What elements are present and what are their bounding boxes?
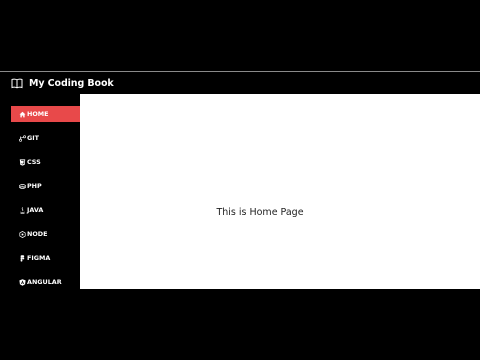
sidebar-item-java[interactable]: JAVA: [11, 202, 80, 218]
sidebar-item-label: JAVA: [27, 206, 44, 214]
sidebar-item-node[interactable]: NODE: [11, 226, 80, 242]
sidebar-item-git[interactable]: GIT: [11, 130, 80, 146]
sidebar-item-label: NODE: [27, 230, 48, 238]
app-title: My Coding Book: [29, 77, 114, 89]
git-icon: [19, 134, 26, 142]
sidebar-item-angular[interactable]: ANGULAR: [11, 274, 80, 290]
sidebar-item-css[interactable]: CSS: [11, 154, 80, 170]
css3-icon: [19, 158, 26, 166]
sidebar-item-label: ANGULAR: [27, 278, 62, 286]
sidebar-item-php[interactable]: php PHP: [11, 178, 80, 194]
sidebar-item-label: FIGMA: [27, 254, 51, 262]
svg-text:php: php: [20, 185, 25, 188]
java-icon: [19, 206, 26, 214]
figma-icon: [19, 254, 26, 262]
sidebar: HOME GIT CSS php PHP JAVA NODE FIGMA ANG…: [0, 94, 80, 289]
sidebar-item-figma[interactable]: FIGMA: [11, 250, 80, 266]
sidebar-item-home[interactable]: HOME: [11, 106, 80, 122]
app-window: My Coding Book HOME GIT CSS php PHP JAVA…: [0, 0, 480, 360]
top-bar: My Coding Book: [0, 71, 480, 94]
book-icon: [11, 78, 23, 89]
sidebar-item-label: CSS: [27, 158, 41, 166]
sidebar-item-label: HOME: [27, 110, 49, 118]
node-icon: [19, 230, 26, 238]
angular-icon: [19, 278, 26, 286]
home-icon: [19, 111, 26, 118]
main-content: This is Home Page: [80, 94, 480, 289]
sidebar-item-label: GIT: [27, 134, 39, 142]
page-message: This is Home Page: [216, 207, 304, 218]
php-icon: php: [19, 183, 26, 190]
sidebar-item-label: PHP: [27, 182, 42, 190]
